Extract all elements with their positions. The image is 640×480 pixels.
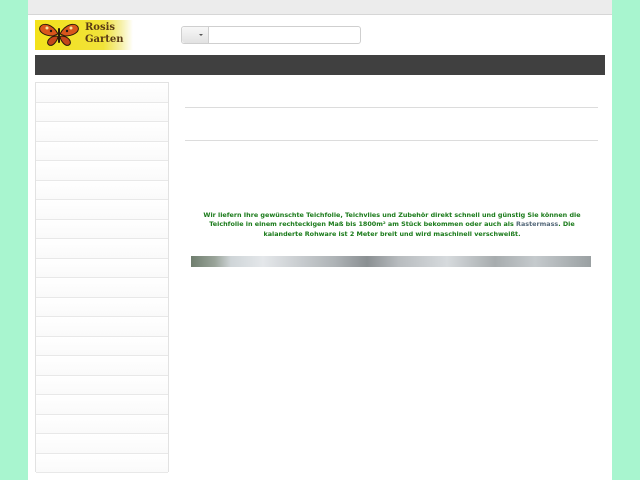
main-navbar <box>35 55 605 75</box>
page-container: Rosis Garten Wir liefern Ihre gewünschte… <box>28 0 612 480</box>
search-category-dropdown[interactable] <box>182 27 209 43</box>
sidebar-item[interactable] <box>36 239 168 259</box>
sidebar-item[interactable] <box>36 414 168 434</box>
sidebar-item[interactable] <box>36 200 168 220</box>
sidebar-item[interactable] <box>36 278 168 298</box>
divider <box>185 140 598 141</box>
logo-line-2: Garten <box>85 34 124 45</box>
sidebar-item[interactable] <box>36 453 168 473</box>
search-input[interactable] <box>210 27 358 43</box>
sidebar-item[interactable] <box>36 336 168 356</box>
sidebar-item[interactable] <box>36 180 168 200</box>
sidebar-item[interactable] <box>36 356 168 376</box>
sidebar-item[interactable] <box>36 297 168 317</box>
sidebar-item[interactable] <box>36 83 168 103</box>
sidebar-item[interactable] <box>36 434 168 454</box>
logo-text: Rosis Garten <box>85 22 124 46</box>
sidebar-menu <box>35 82 169 473</box>
hero-image <box>191 256 591 267</box>
sidebar-item[interactable] <box>36 258 168 278</box>
sidebar-item[interactable] <box>36 219 168 239</box>
intro-text: Wir liefern Ihre gewünschte Teichfolie, … <box>193 211 591 239</box>
top-bar <box>28 0 612 15</box>
sidebar-item[interactable] <box>36 161 168 181</box>
butterfly-icon <box>39 23 79 46</box>
site-logo[interactable]: Rosis Garten <box>35 20 133 50</box>
sidebar-item[interactable] <box>36 395 168 415</box>
rastermass-link[interactable]: Rastermass <box>516 220 558 228</box>
search-box <box>181 26 361 44</box>
sidebar-item[interactable] <box>36 375 168 395</box>
divider <box>185 107 598 108</box>
logo-line-1: Rosis <box>85 22 116 33</box>
caret-down-icon <box>199 34 203 36</box>
sidebar-item[interactable] <box>36 141 168 161</box>
sidebar-item[interactable] <box>36 122 168 142</box>
sidebar-item[interactable] <box>36 317 168 337</box>
sidebar-item[interactable] <box>36 102 168 122</box>
